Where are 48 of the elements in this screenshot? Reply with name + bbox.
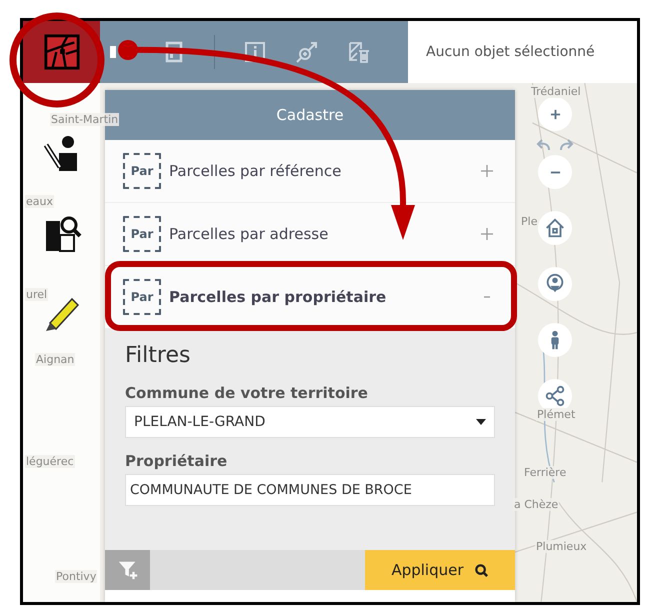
- filters-title: Filtres: [125, 343, 192, 368]
- add-filter-button[interactable]: [105, 550, 150, 590]
- share-icon: [544, 385, 566, 407]
- place-label: a Chèze: [513, 498, 560, 511]
- filter-add-icon: [116, 559, 138, 581]
- zoom-to-icon[interactable]: [295, 40, 319, 64]
- parcel-map-icon: [42, 33, 80, 71]
- place-label: Ple: [520, 215, 538, 228]
- field-label: Commune de votre territoire: [125, 384, 369, 402]
- info-icon[interactable]: [243, 40, 267, 64]
- redo-icon[interactable]: [559, 139, 575, 151]
- location-pin-icon: [544, 273, 566, 295]
- zoom-in-button[interactable]: [538, 97, 572, 131]
- place-label: urel: [25, 288, 48, 301]
- caret-icon: [476, 419, 486, 425]
- parcel-badge-icon: Par: [123, 279, 161, 315]
- parcel-badge-icon: Par: [123, 216, 161, 252]
- locate-button[interactable]: [538, 267, 572, 301]
- field-label: Propriétaire: [125, 452, 228, 470]
- search-section-header[interactable]: Par Parcelles par référence: [105, 140, 515, 203]
- search-section-header[interactable]: Par Parcelles par adresse: [105, 203, 515, 266]
- expand-icon: [481, 228, 493, 240]
- home-button[interactable]: [538, 211, 572, 245]
- search-icon: [474, 562, 489, 578]
- commune-select[interactable]: PLELAN-LE-GRAND: [125, 406, 495, 438]
- plus-icon: [550, 108, 560, 120]
- place-label: Plémet: [536, 408, 576, 421]
- expand-icon: [481, 165, 493, 177]
- place-label: eaux: [25, 195, 54, 208]
- place-label: Pontivy: [55, 570, 98, 583]
- street-view-button[interactable]: [538, 323, 572, 357]
- search-section-header[interactable]: Par Parcelles par propriétaire: [105, 266, 515, 329]
- place-label: Plumieux: [535, 540, 588, 553]
- section-title: Parcelles par référence: [169, 162, 342, 180]
- place-label: Aignan: [35, 353, 76, 366]
- place-label: Ferrière: [523, 466, 568, 479]
- parcel-badge-icon: Par: [123, 153, 161, 189]
- selection-status: Aucun objet sélectionné: [408, 21, 637, 83]
- place-label: Saint-Martin: [50, 113, 120, 126]
- section-title: Parcelles par propriétaire: [169, 288, 388, 306]
- home-icon: [544, 217, 566, 239]
- erase-trash-icon[interactable]: [347, 40, 371, 64]
- owner-input-field[interactable]: COMMUNAUTE DE COMMUNES DE BROCE: [125, 474, 495, 506]
- place-label: léguérec: [25, 455, 75, 468]
- undo-icon[interactable]: [535, 139, 551, 151]
- place-label: Trédaniel: [530, 85, 582, 98]
- apply-button[interactable]: Appliquer: [365, 550, 515, 590]
- section-title: Parcelles par adresse: [169, 225, 330, 243]
